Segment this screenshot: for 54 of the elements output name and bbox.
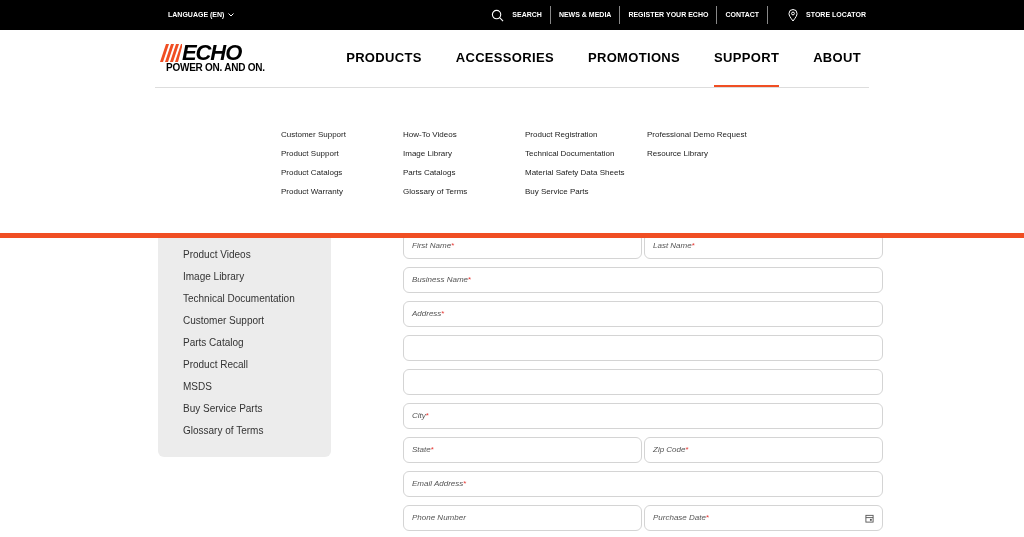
required-mark: * [468,274,472,286]
input-field[interactable]: Address* [403,301,883,327]
calendar-icon[interactable] [865,513,874,523]
menu-link[interactable]: Parts Catalogs [403,167,525,178]
input-field[interactable]: Purchase Date* [644,505,883,531]
input-field[interactable] [403,369,883,395]
menu-link[interactable]: Customer Support [281,129,403,140]
echo-logo[interactable]: ECHO POWER ON. AND ON. [160,43,265,74]
sidebar-link[interactable]: MSDS [183,380,331,394]
input-field[interactable] [403,335,883,361]
nav-tab[interactable]: ACCESSORIES [455,30,554,87]
field-placeholder: City [412,410,426,422]
required-mark: * [441,308,445,320]
sidebar-link[interactable]: Product Recall [183,358,331,372]
input-field[interactable]: Zip Code* [644,437,883,463]
sidebar-link[interactable]: Buy Service Parts [183,402,331,416]
required-mark: * [705,512,710,524]
required-mark: * [691,240,695,252]
input-field[interactable]: Email Address* [403,471,883,497]
menu-link[interactable]: Image Library [403,148,525,159]
menu-link[interactable]: Product Warranty [281,186,403,197]
nav-tab[interactable]: ABOUT [813,30,861,87]
field-placeholder: Phone Number [412,512,466,524]
caret-icon [228,13,235,17]
sidebar-link[interactable]: Image Library [183,270,331,284]
menu-link[interactable]: Product Registration [525,129,647,140]
menu-link[interactable]: Glossary of Terms [403,186,525,197]
menu-link[interactable]: Resource Library [647,148,769,159]
input-field[interactable]: Phone Number [403,505,642,531]
required-mark: * [685,444,689,456]
search-icon [491,8,505,22]
sidebar-link[interactable]: Parts Catalog [183,336,331,350]
sidebar-link[interactable]: Product Videos [183,248,331,262]
input-field[interactable]: Business Name* [403,267,883,293]
menu-link[interactable]: Technical Documentation [525,148,647,159]
menu-link[interactable]: Professional Demo Request [647,129,769,140]
required-mark: * [463,478,467,490]
location-pin-icon [788,8,799,22]
field-placeholder: Purchase Date [653,512,706,524]
input-field[interactable]: State* [403,437,642,463]
input-field[interactable]: City* [403,403,883,429]
nav-tab[interactable]: PROMOTIONS [587,30,681,87]
menu-link[interactable]: How-To Videos [403,129,525,140]
sidebar-link[interactable]: Technical Documentation [183,292,331,306]
nav-tab[interactable]: PRODUCTS [346,30,422,87]
menu-link[interactable]: Product Support [281,148,403,159]
sidebar-link[interactable]: Glossary of Terms [183,424,331,438]
sidebar-link[interactable]: Customer Support [183,314,331,328]
menu-link[interactable]: Product Catalogs [281,167,403,178]
required-mark: * [451,240,455,252]
field-placeholder: Last Name [653,240,692,252]
menu-link[interactable]: Buy Service Parts [525,186,647,197]
field-placeholder: State [412,444,431,456]
menu-link[interactable]: Material Safety Data Sheets [525,167,647,178]
